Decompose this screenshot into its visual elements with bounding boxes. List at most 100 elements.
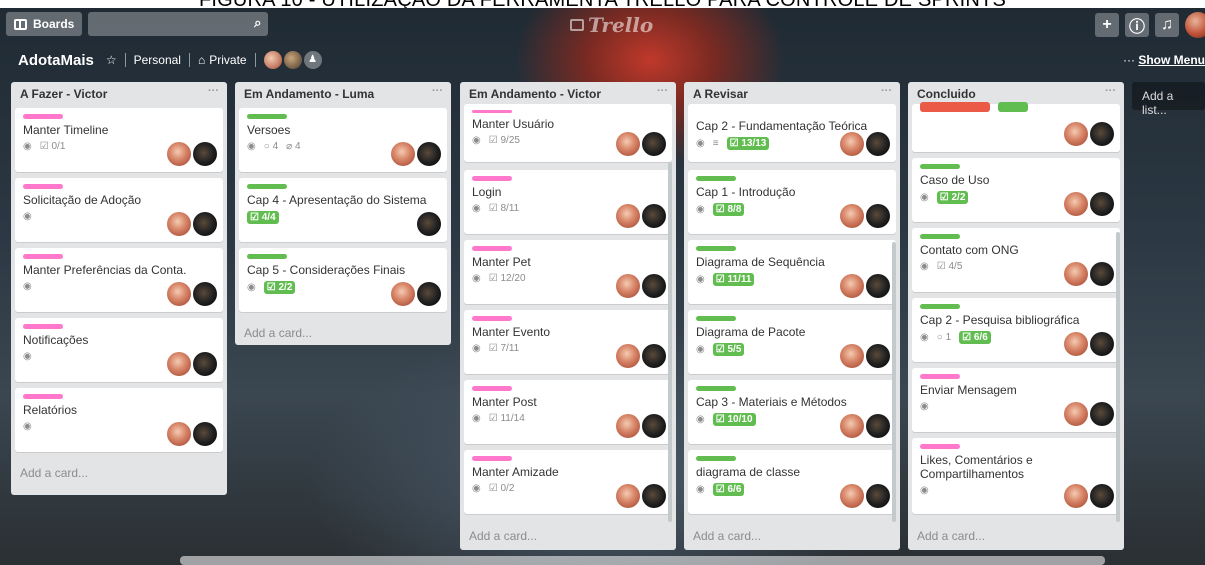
member-avatar[interactable] [1064,484,1088,508]
card[interactable]: Manter Pet ◉ ☑ 12/20 [464,240,672,304]
member-avatar[interactable] [167,422,191,446]
member-avatar[interactable] [391,142,415,166]
member-avatar[interactable] [193,142,217,166]
member-avatar[interactable] [1090,122,1114,146]
search-input[interactable]: ⌕ [88,12,269,36]
member-avatar[interactable] [642,344,666,368]
member-avatar[interactable] [193,282,217,306]
card[interactable]: Relatórios ◉ [15,388,223,452]
add-card-button[interactable]: Add a card... [917,529,985,543]
member-avatar[interactable] [193,212,217,236]
list-menu-icon[interactable]: ··· [208,85,219,97]
list-menu-icon[interactable]: ··· [657,85,668,97]
team-button[interactable]: Personal [134,53,181,67]
member-avatar[interactable] [167,212,191,236]
list-menu-icon[interactable]: ··· [881,85,892,97]
list-header[interactable]: Em Andamento - Luma ··· [235,82,451,106]
board-title[interactable]: AdotaMais [18,52,94,69]
card[interactable]: Versoes ◉ ○ 4 ⌀ 4 [239,108,447,172]
member-avatar[interactable] [642,414,666,438]
list-header[interactable]: Em Andamento - Victor ··· [460,82,676,106]
member-avatar[interactable] [616,414,640,438]
member-avatar[interactable] [1064,122,1088,146]
list-header[interactable]: A Fazer - Victor ··· [11,82,227,106]
member-avatar[interactable] [642,204,666,228]
card[interactable]: Manter Evento ◉ ☑ 7/11 [464,310,672,374]
card[interactable]: Cap 2 - Fundamentação Teórica ◉ ≡ ☑ 13/1… [688,104,896,162]
member-avatar[interactable] [840,274,864,298]
member-avatar[interactable] [616,204,640,228]
card[interactable]: Solicitação de Adoção ◉ [15,178,223,242]
member-avatar[interactable] [840,484,864,508]
member-avatar[interactable] [616,344,640,368]
board-horizontal-scrollbar[interactable] [180,556,1105,565]
member-avatar[interactable] [1090,262,1114,286]
card[interactable]: Cap 1 - Introdução ◉ ☑ 8/8 [688,170,896,234]
card[interactable]: Enviar Mensagem ◉ [912,368,1120,432]
member-avatar[interactable] [1064,192,1088,216]
add-member-icon[interactable]: ♟ [303,51,322,69]
bell-icon[interactable]: ♫ [1155,13,1179,37]
card[interactable]: Cap 3 - Materiais e Métodos ◉ ☑ 10/10 [688,380,896,444]
member-avatar[interactable] [167,282,191,306]
member-avatar[interactable] [193,422,217,446]
member-avatar[interactable] [840,344,864,368]
member-avatar[interactable] [417,142,441,166]
list-scrollbar[interactable] [668,162,672,522]
card[interactable]: Cap 4 - Apresentação do Sistema ☑ 4/4 [239,178,447,242]
list-header[interactable]: A Revisar ··· [684,82,900,106]
member-avatar[interactable] [1090,332,1114,356]
card[interactable]: Notificações ◉ [15,318,223,382]
card[interactable]: Login ◉ ☑ 8/11 [464,170,672,234]
member-avatar[interactable] [1064,262,1088,286]
member-avatar[interactable] [840,132,864,156]
add-list-button[interactable]: Add a list... [1132,82,1205,117]
member-avatar[interactable] [642,132,666,156]
card[interactable]: Caso de Uso ◉ ☑ 2/2 [912,158,1120,222]
card[interactable]: Cap 5 - Considerações Finais ◉ ☑ 2/2 [239,248,447,312]
member-avatar[interactable] [1090,402,1114,426]
member-avatar[interactable] [1090,192,1114,216]
card[interactable]: Diagrama de Sequência ◉ ☑ 11/11 [688,240,896,304]
member-avatar[interactable] [1064,402,1088,426]
card[interactable] [912,102,1120,152]
info-icon[interactable]: ⓘ [1125,13,1149,37]
member-avatar[interactable] [283,51,302,69]
visibility-button[interactable]: ⌂ Private [198,53,247,67]
member-avatar[interactable] [866,204,890,228]
user-avatar[interactable] [1185,12,1205,38]
list-scrollbar[interactable] [1116,232,1120,522]
card[interactable]: diagrama de classe ◉ ☑ 6/6 [688,450,896,514]
member-avatar[interactable] [193,352,217,376]
member-avatar[interactable] [263,51,282,69]
member-avatar[interactable] [391,282,415,306]
card[interactable]: Diagrama de Pacote ◉ ☑ 5/5 [688,310,896,374]
member-avatar[interactable] [866,484,890,508]
member-avatar[interactable] [840,204,864,228]
member-avatar[interactable] [642,274,666,298]
member-avatar[interactable] [616,132,640,156]
star-icon[interactable]: ☆ [106,53,117,67]
card[interactable]: Manter Timeline ◉ ☑ 0/1 [15,108,223,172]
card[interactable]: Contato com ONG ◉ ☑ 4/5 [912,228,1120,292]
card[interactable]: Manter Preferências da Conta. ◉ [15,248,223,312]
trello-logo[interactable]: Trello [570,13,653,37]
list-menu-icon[interactable]: ··· [432,85,443,97]
member-avatar[interactable] [167,352,191,376]
member-avatar[interactable] [866,344,890,368]
member-avatar[interactable] [866,132,890,156]
member-avatar[interactable] [167,142,191,166]
show-menu-link[interactable]: ··· Show Menu [1123,53,1205,67]
member-avatar[interactable] [1090,484,1114,508]
add-button[interactable]: + [1095,13,1119,37]
add-card-button[interactable]: Add a card... [20,466,88,480]
boards-button[interactable]: Boards [6,12,83,36]
card[interactable]: Manter Usuário ◉ ☑ 9/25 [464,104,672,162]
add-card-button[interactable]: Add a card... [693,529,761,543]
member-avatar[interactable] [417,212,441,236]
add-card-button[interactable]: Add a card... [244,326,312,340]
member-avatar[interactable] [840,414,864,438]
member-avatar[interactable] [866,414,890,438]
card[interactable]: Manter Amizade ◉ ☑ 0/2 [464,450,672,514]
member-avatar[interactable] [616,484,640,508]
